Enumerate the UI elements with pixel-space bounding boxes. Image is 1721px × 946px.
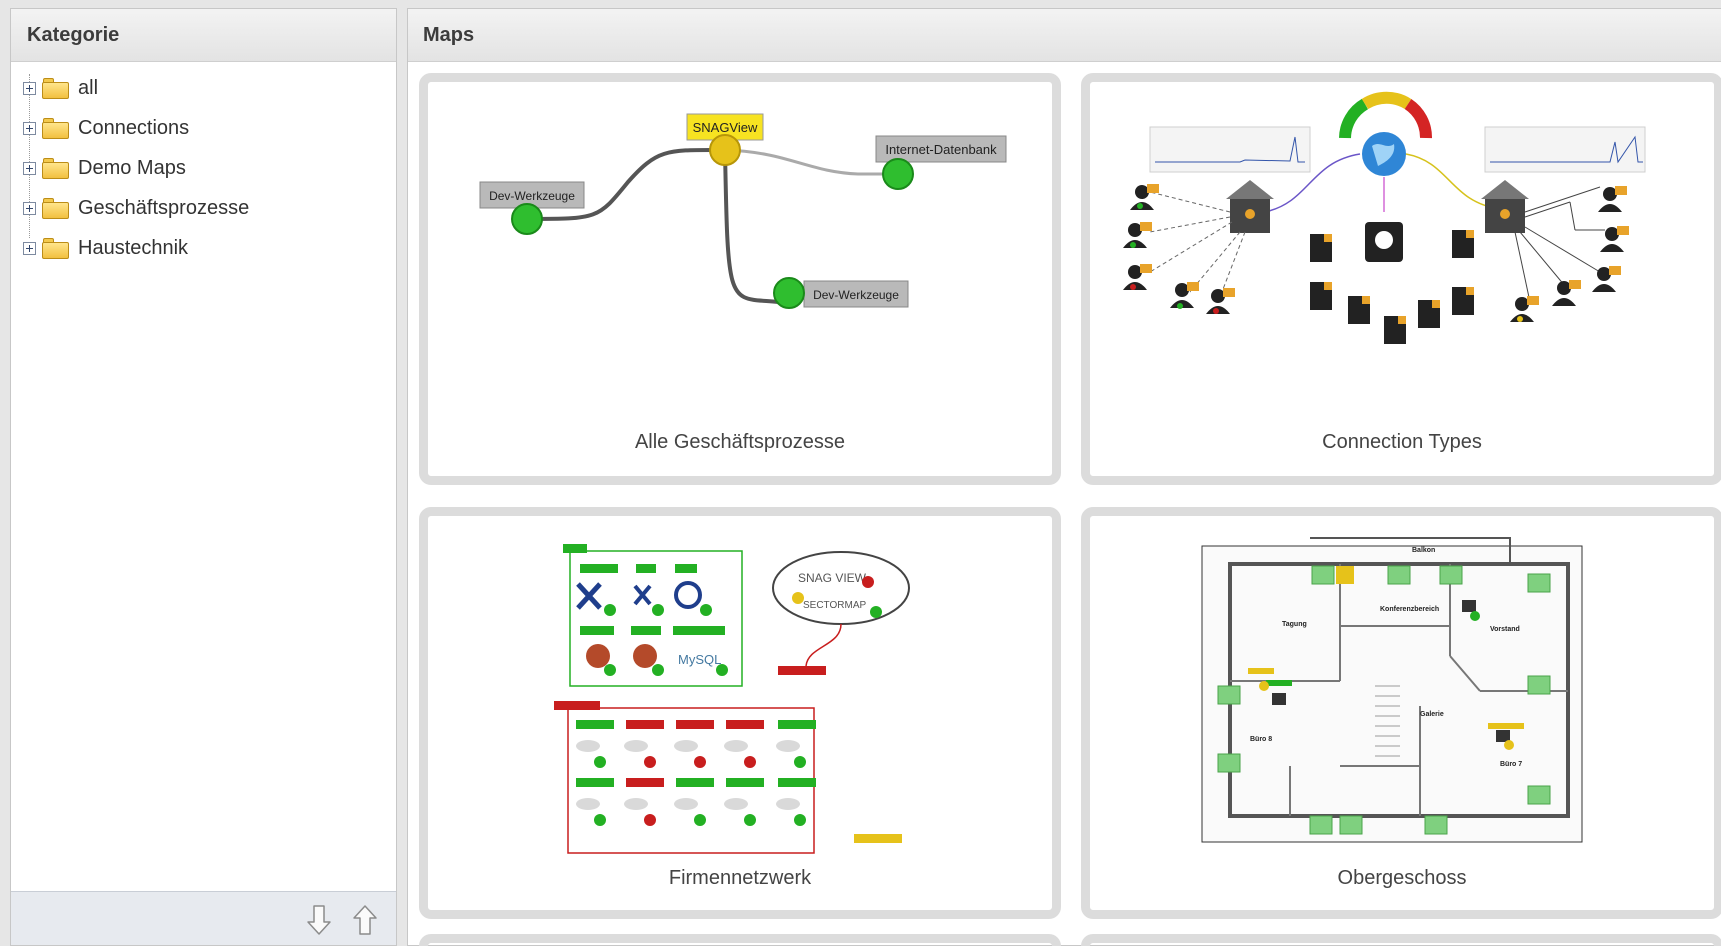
tree-item-label[interactable]: Haustechnik [78,237,188,260]
map-thumbnail: SNAGView Internet-Datenbank Dev-Werkzeug… [479,113,1007,309]
map-card-connection-types[interactable]: Connection Types [1081,73,1721,485]
tree-item-all[interactable]: all [23,68,396,108]
node-label-snagview: SNAGView [693,120,758,135]
maps-title: Maps [408,9,1721,62]
map-card-partial[interactable] [419,934,1061,946]
svg-text:Vorstand: Vorstand [1490,626,1520,633]
arrow-up-icon[interactable] [350,903,380,937]
node-label-internet-datenbank: Internet-Datenbank [885,142,997,157]
folder-icon [42,197,70,219]
svg-text:Tagung: Tagung [1282,621,1307,628]
map-card-alle-geschaeftsprozesse[interactable]: SNAGView Internet-Datenbank Dev-Werkzeug… [419,73,1061,485]
map-thumbnail: Tagung Konferenzbereich Vorstand Galerie… [1201,537,1583,843]
svg-text:SNAG VIEW: SNAG VIEW [798,571,867,585]
expand-plus-icon[interactable] [23,81,36,95]
svg-text:Galerie: Galerie [1420,711,1444,718]
tree-item-demo-maps[interactable]: Demo Maps [23,148,396,188]
category-sidebar: Kategorie all Connections Demo Maps Gesc… [10,8,397,946]
folder-icon [42,237,70,259]
tree-item-label[interactable]: Connections [78,117,189,140]
map-card-title[interactable]: Firmennetzwerk [428,867,1052,890]
folder-icon [42,77,70,99]
folder-icon [42,157,70,179]
folder-icon [42,117,70,139]
tree-item-label[interactable]: all [78,77,98,100]
node-label-dev-werkzeuge-2: Dev-Werkzeuge [813,288,899,302]
expand-plus-icon[interactable] [23,241,36,255]
map-card-title[interactable]: Obergeschoss [1090,867,1714,890]
node-label-dev-werkzeuge: Dev-Werkzeuge [489,189,575,203]
tree-item-label[interactable]: Geschäftsprozesse [78,197,249,220]
map-card-title[interactable]: Alle Geschäftsprozesse [428,431,1052,454]
arrow-down-icon[interactable] [304,903,334,937]
map-card-firmennetzwerk[interactable]: MySQL SNAG VIEW SECTORMAP Firmennetzwerk [419,507,1061,919]
svg-text:Büro 8: Büro 8 [1250,736,1272,743]
tree-item-label[interactable]: Demo Maps [78,157,186,180]
svg-text:Konferenzbereich: Konferenzbereich [1380,606,1439,613]
map-card-title[interactable]: Connection Types [1090,431,1714,454]
tree-item-geschaeftsprozesse[interactable]: Geschäftsprozesse [23,188,396,228]
expand-plus-icon[interactable] [23,201,36,215]
svg-text:SECTORMAP: SECTORMAP [803,600,866,611]
expand-plus-icon[interactable] [23,121,36,135]
expand-plus-icon[interactable] [23,161,36,175]
category-tree: all Connections Demo Maps Geschäftsproze… [11,62,396,268]
svg-text:Büro 7: Büro 7 [1500,761,1522,768]
sidebar-footer [11,891,396,945]
map-thumbnail [1123,91,1646,344]
svg-text:Balkon: Balkon [1412,547,1435,554]
map-card-obergeschoss[interactable]: Tagung Konferenzbereich Vorstand Galerie… [1081,507,1721,919]
sidebar-title: Kategorie [11,9,396,62]
map-card-partial[interactable] [1081,934,1721,946]
tree-item-haustechnik[interactable]: Haustechnik [23,228,396,268]
map-thumbnail: MySQL SNAG VIEW SECTORMAP [554,544,910,854]
svg-text:MySQL: MySQL [678,652,721,667]
tree-item-connections[interactable]: Connections [23,108,396,148]
